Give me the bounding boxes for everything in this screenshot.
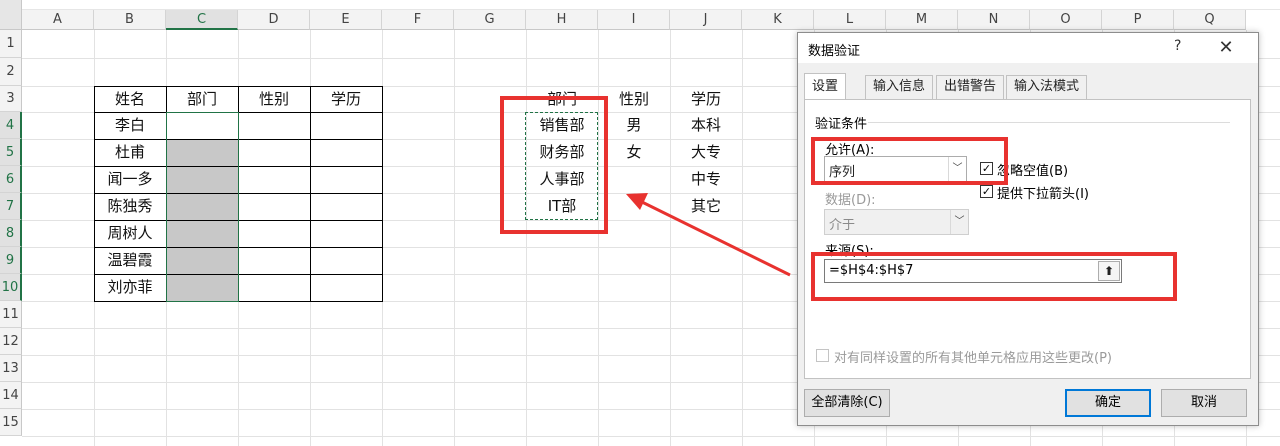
apply-all-label: 对有同样设置的所有其他单元格应用这些更改(P) <box>834 351 1112 366</box>
group-divider <box>868 122 1230 123</box>
ok-button[interactable]: 确定 <box>1065 389 1151 417</box>
cancel-button[interactable]: 取消 <box>1161 389 1247 417</box>
tab-input-message[interactable]: 输入信息 <box>865 75 934 99</box>
tab-ime-mode[interactable]: 输入法模式 <box>1006 75 1088 99</box>
tab-error-alert[interactable]: 出错警告 <box>936 75 1005 99</box>
data-validation-dialog: 数据验证 ? ✕ 设置 输入信息 出错警告 输入法模式 验证条件 允许(A): … <box>797 32 1259 426</box>
clear-all-button[interactable]: 全部清除(C) <box>804 389 890 417</box>
dialog-titlebar: 数据验证 ? ✕ <box>798 33 1258 63</box>
chevron-down-icon: ﹀ <box>950 210 968 234</box>
data-select-value: 介于 <box>829 218 856 233</box>
tab-settings[interactable]: 设置 <box>804 73 847 99</box>
dropdown-arrow-checkbox[interactable]: ✓ <box>980 185 993 198</box>
dropdown-arrow-label: 提供下拉箭头(I) <box>997 187 1089 202</box>
highlight-source <box>811 252 1177 301</box>
apply-all-checkbox <box>816 349 829 362</box>
data-label: 数据(D): <box>825 193 876 208</box>
highlight-allow <box>811 137 1008 185</box>
validation-criteria-label: 验证条件 <box>815 117 868 132</box>
data-select: 介于 ﹀ <box>824 209 969 235</box>
dialog-title: 数据验证 <box>808 44 861 59</box>
help-button[interactable]: ? <box>1174 38 1181 54</box>
close-icon[interactable]: ✕ <box>1212 36 1240 60</box>
